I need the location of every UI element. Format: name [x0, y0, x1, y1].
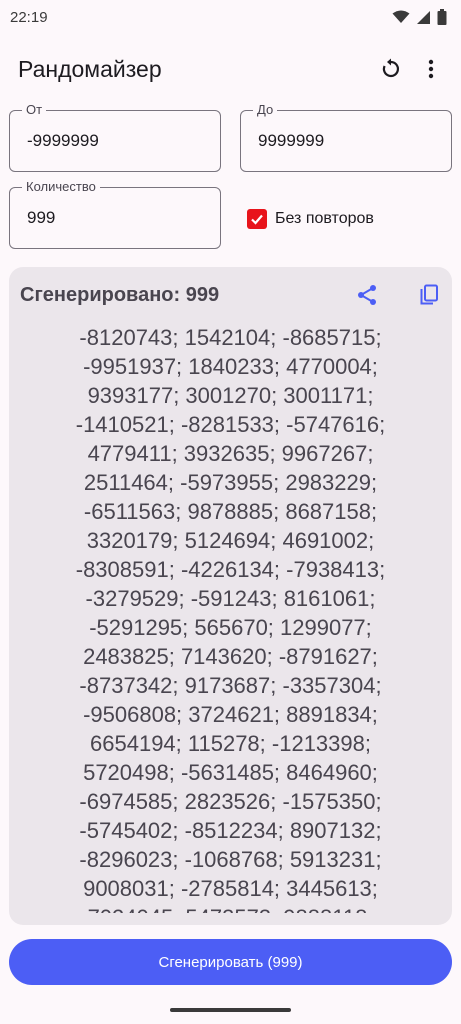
result-header: Сгенерировано: 999: [20, 281, 444, 309]
app-title: Рандомайзер: [18, 55, 162, 82]
number-line: 9008031; -2785814; 3445613;: [83, 876, 378, 901]
app-bar: Рандомайзер: [0, 44, 461, 94]
generated-numbers: -8120743; 1542104; -8685715; -9951937; 18…: [9, 323, 452, 913]
no-repeats-label: Без повторов: [275, 210, 374, 227]
number-line: 2483825; 7143620; -8791627;: [83, 644, 378, 669]
status-time: 22:19: [10, 8, 48, 26]
result-title: Сгенерировано: 999: [20, 283, 220, 306]
share-button[interactable]: [352, 280, 382, 310]
number-line: 6654194; 115278; -1213398;: [90, 731, 371, 756]
no-repeats-row[interactable]: Без повторов: [247, 208, 374, 230]
count-value: 999: [27, 208, 56, 227]
to-field[interactable]: До 9999999: [240, 102, 452, 172]
generate-button[interactable]: Сгенерировать (999): [9, 939, 452, 985]
copy-button[interactable]: [414, 280, 444, 310]
number-line: -3279529; -591243; 8161061;: [85, 586, 376, 611]
number-line: 3320179; 5124694; 4691002;: [86, 528, 375, 553]
number-line: -6974585; 2823526; -1575350;: [79, 789, 382, 814]
number-line: -5745402; -8512234; 8907132;: [79, 818, 382, 843]
no-repeats-checkbox[interactable]: [247, 209, 267, 229]
to-label: До: [253, 102, 278, 117]
number-line: 5720498; -5631485; 8464960;: [83, 760, 378, 785]
count-field[interactable]: Количество 999: [9, 179, 221, 249]
number-line: -8120743; 1542104; -8685715;: [79, 325, 382, 350]
number-line: -8296023; -1068768; 5913231;: [79, 847, 382, 872]
from-field[interactable]: От -9999999: [9, 102, 221, 172]
status-bar: 22:19: [0, 0, 461, 34]
number-line: -9951937; 1840233; 4770004;: [83, 354, 378, 379]
number-line: 2511464; -5973955; 2983229;: [83, 470, 378, 495]
refresh-icon: [382, 58, 400, 78]
battery-icon: [437, 9, 447, 25]
number-line: -5291295; 565670; 1299077;: [89, 615, 372, 640]
number-line: 7024045; 5473573; 9888118;: [29, 903, 432, 913]
number-line: 4779411; 3932635; 9967267;: [87, 441, 374, 466]
number-line: -8737342; 9173687; -3357304;: [79, 673, 382, 698]
reset-button[interactable]: [371, 49, 411, 89]
number-line: -6511563; 9878885; 8687158;: [83, 499, 378, 524]
to-value: 9999999: [258, 131, 325, 150]
number-line: -8308591; -4226134; -7938413;: [75, 557, 386, 582]
result-card: Сгенерировано: 999 -8120743; 1542104; -8…: [9, 267, 452, 925]
share-icon: [358, 285, 376, 305]
gesture-nav-handle[interactable]: [170, 1008, 291, 1012]
copy-icon: [420, 284, 438, 305]
number-line: -9506808; 3724621; 8891834;: [83, 702, 378, 727]
from-value: -9999999: [27, 131, 99, 150]
wifi-icon: [392, 10, 410, 23]
from-label: От: [22, 102, 47, 117]
number-line: -1410521; -8281533; -5747616;: [75, 412, 386, 437]
more-options-button[interactable]: [411, 49, 451, 89]
count-label: Количество: [22, 179, 100, 194]
signal-icon: [417, 10, 430, 24]
number-line: 9393177; 3001270; 3001171;: [87, 383, 374, 408]
more-vert-icon: [428, 59, 434, 79]
check-icon: [251, 214, 263, 225]
status-icons: [392, 9, 447, 25]
